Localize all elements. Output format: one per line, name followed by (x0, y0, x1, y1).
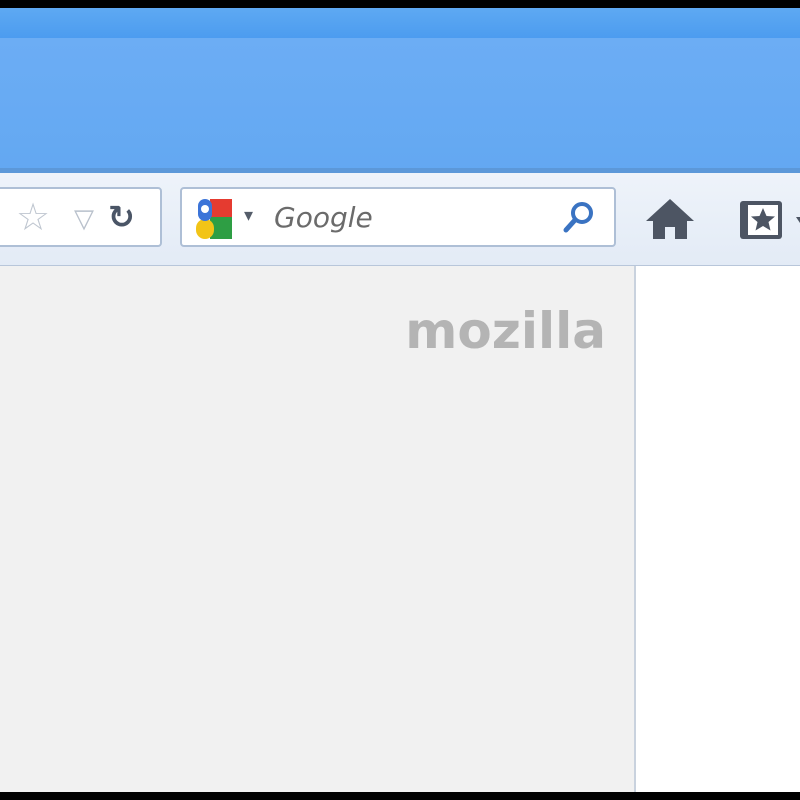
magnifier-icon[interactable] (560, 197, 600, 237)
start-page: mozilla (0, 266, 636, 792)
engine-dropdown-icon[interactable]: ▾ (244, 201, 253, 231)
brand-wordmark: mozilla (405, 302, 606, 360)
title-bar[interactable] (0, 8, 800, 38)
reload-icon[interactable]: ↻ (108, 197, 135, 237)
search-bar[interactable]: ▾ (180, 187, 616, 247)
bookmark-star-box-icon[interactable] (736, 195, 800, 247)
navigation-toolbar: ☆ ▽ ↻ ▾ (0, 173, 800, 266)
google-logo-icon[interactable] (192, 197, 236, 241)
url-bar[interactable]: ☆ ▽ ↻ (0, 187, 162, 247)
content-area: mozilla (0, 266, 800, 792)
browser-window: ☆ ▽ ↻ ▾ Google mozilla (0, 8, 800, 792)
tab-strip[interactable] (0, 38, 800, 172)
star-outline-icon[interactable]: ☆ (16, 197, 50, 237)
home-icon[interactable] (640, 193, 700, 245)
search-input[interactable] (274, 197, 544, 237)
triangle-down-icon[interactable]: ▽ (74, 201, 94, 237)
